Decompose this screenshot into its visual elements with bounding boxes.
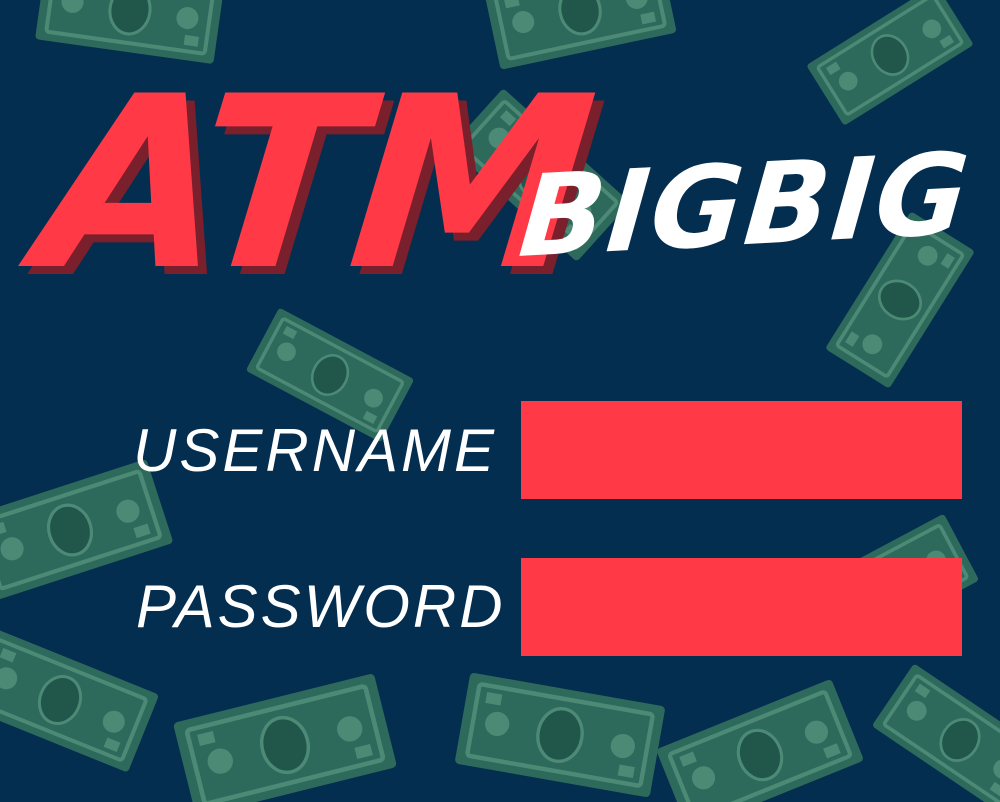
banknote-icon bbox=[869, 661, 1000, 802]
password-label: PASSWORD bbox=[136, 573, 506, 640]
banknote-icon bbox=[804, 0, 976, 128]
app-subtitle: BIGBIG bbox=[514, 128, 976, 284]
app-title: ATM bbox=[27, 46, 600, 323]
username-label: USERNAME bbox=[133, 417, 498, 484]
login-screen: ATM BIGBIG USERNAME PASSWORD bbox=[0, 0, 1000, 802]
username-input[interactable] bbox=[521, 401, 962, 499]
password-input[interactable] bbox=[521, 558, 962, 656]
banknote-icon bbox=[454, 672, 665, 797]
banknote-icon bbox=[173, 673, 397, 802]
banknote-icon bbox=[656, 679, 864, 802]
banknote-icon bbox=[0, 625, 162, 775]
